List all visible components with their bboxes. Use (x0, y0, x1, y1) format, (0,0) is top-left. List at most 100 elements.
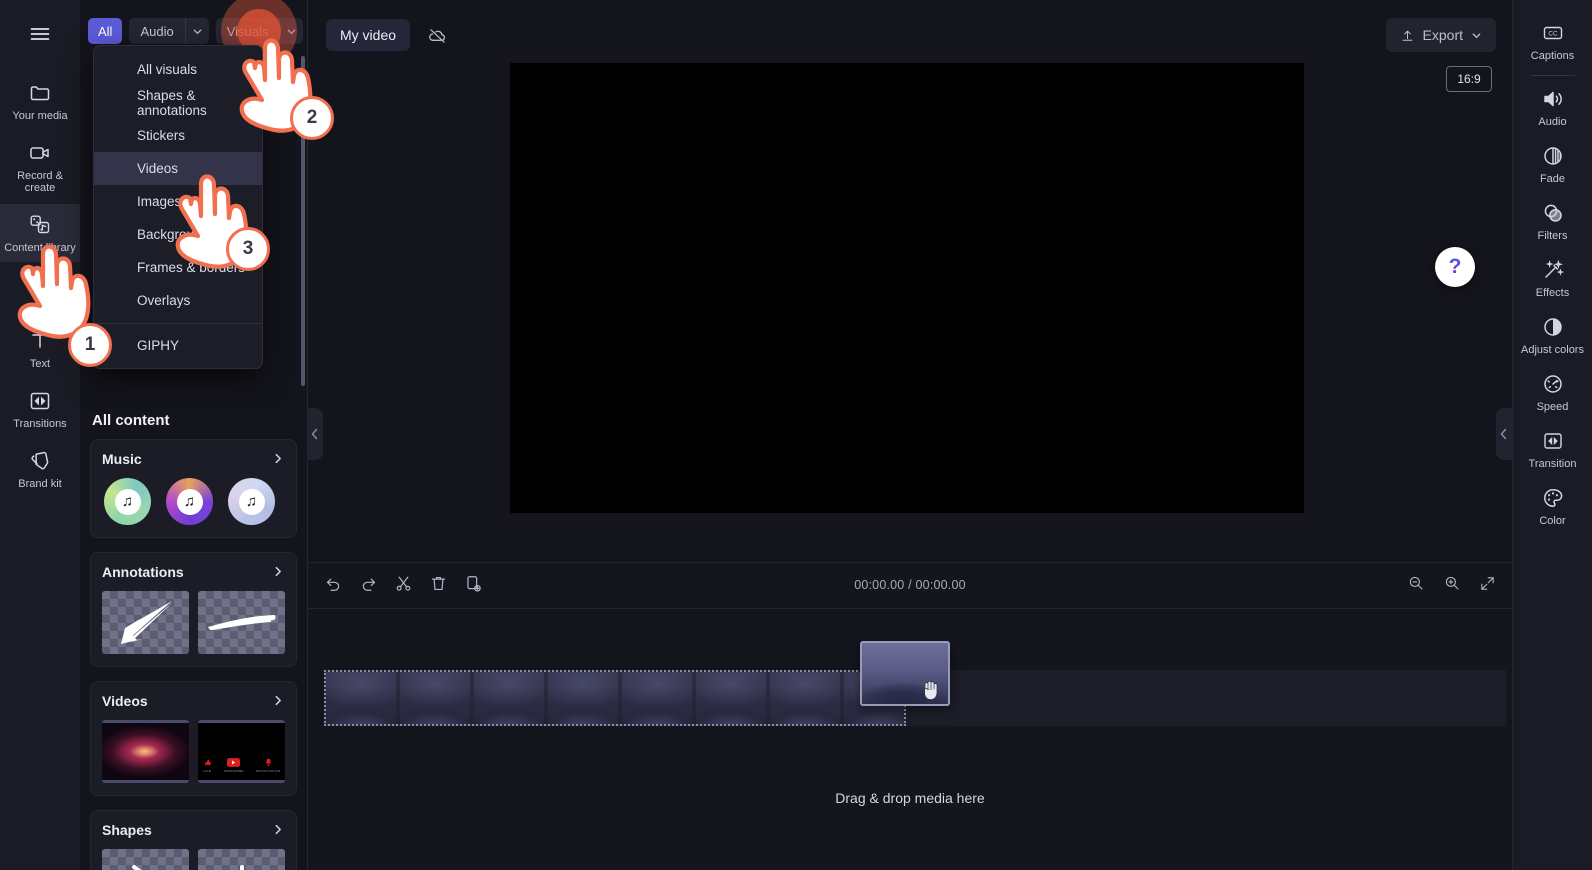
music-note-glyph: ♫ (184, 493, 195, 510)
arrow-annotation-thumbnail[interactable] (102, 591, 189, 654)
right-rail-item-effects[interactable]: Effects (1513, 249, 1592, 306)
sidebar-item-brand-kit[interactable]: Brand kit (0, 440, 80, 498)
filter-chip-audio-group[interactable]: Audio (129, 18, 208, 44)
help-button[interactable]: ? (1435, 247, 1475, 287)
filter-chip-visuals[interactable]: Visuals (216, 18, 280, 44)
video-thumbnail-row: LIKE SUBSCRIBE NOTIFICATION (102, 720, 285, 783)
right-rail-label: Color (1539, 515, 1565, 527)
filter-chip-audio[interactable]: Audio (129, 18, 184, 44)
editor-main-area: My video Export 16:9 (308, 0, 1512, 870)
section-card-music: Music ♫ ♫ ♫ (90, 439, 297, 538)
timecode-display: 00:00.00 / 00:00.00 (308, 578, 1512, 592)
yt-caption-subscribe: SUBSCRIBE (224, 769, 244, 773)
filters-icon (1541, 201, 1565, 225)
visuals-chevron-down-icon[interactable] (279, 18, 303, 44)
music-thumbnail-row: ♫ ♫ ♫ (102, 478, 285, 525)
right-rail-item-transition[interactable]: Transition (1513, 420, 1592, 477)
section-header[interactable]: Shapes (102, 822, 285, 838)
export-button[interactable]: Export (1386, 18, 1496, 52)
menu-item-images[interactable]: Images (94, 185, 262, 218)
timeline-tracks[interactable]: Drag & drop media here (308, 610, 1512, 870)
chevron-right-icon[interactable] (272, 823, 285, 838)
grabbing-hand-cursor-icon (920, 678, 942, 704)
menu-item-shapes-annotations[interactable]: Shapes & annotations (94, 86, 262, 119)
audio-chevron-down-icon[interactable] (185, 18, 209, 44)
fade-icon (1541, 144, 1565, 168)
svg-text:CC: CC (1548, 30, 1558, 37)
sidebar-item-content-library[interactable]: Content library (0, 204, 80, 262)
zoom-out-button[interactable] (1407, 574, 1425, 592)
effects-wand-icon (1541, 258, 1565, 282)
chevron-right-icon[interactable] (272, 565, 285, 580)
yt-caption-like: LIKE (203, 769, 211, 773)
menu-item-backgrounds[interactable]: Backgrounds (94, 218, 262, 251)
right-rail-item-speed[interactable]: Speed (1513, 363, 1592, 420)
menu-item-frames-borders[interactable]: Frames & borders (94, 251, 262, 284)
cloud-offline-icon[interactable] (420, 19, 454, 51)
music-disc-lavender[interactable]: ♫ (228, 478, 275, 525)
right-rail-item-fade[interactable]: Fade (1513, 135, 1592, 192)
section-card-annotations: Annotations (90, 552, 297, 667)
section-header[interactable]: Music (102, 451, 285, 467)
collapse-content-panel-button[interactable] (307, 408, 323, 460)
music-disc-green[interactable]: ♫ (104, 478, 151, 525)
project-title-input[interactable]: My video (326, 19, 410, 51)
menu-item-overlays[interactable]: Overlays (94, 284, 262, 317)
shape-thumbnail-1[interactable] (102, 849, 189, 870)
timeline-zoom-tools (1407, 574, 1496, 592)
chevron-right-icon[interactable] (272, 694, 285, 709)
sidebar-item-your-media[interactable]: Your media (0, 72, 80, 130)
sidebar-item-label: Content library (4, 242, 76, 254)
shape-thumbnail-row (102, 849, 285, 870)
section-header[interactable]: Annotations (102, 564, 285, 580)
right-rail-label: Adjust colors (1521, 344, 1584, 356)
sidebar-item-label: Text (30, 358, 50, 370)
shape-thumbnail-2[interactable] (198, 849, 285, 870)
visuals-dropdown-menu: All visuals Shapes & annotations Sticker… (93, 45, 263, 369)
section-header[interactable]: Videos (102, 693, 285, 709)
video-canvas[interactable] (510, 63, 1304, 513)
filter-chip-visuals-group[interactable]: Visuals (216, 18, 304, 44)
speed-gauge-icon (1541, 372, 1565, 396)
menu-item-stickers[interactable]: Stickers (94, 119, 262, 152)
menu-item-all-visuals[interactable]: All visuals (94, 53, 262, 86)
color-palette-icon (1541, 486, 1565, 510)
hamburger-menu-icon[interactable] (16, 10, 64, 58)
menu-divider (94, 323, 262, 324)
zoom-in-button[interactable] (1443, 574, 1461, 592)
right-rail-item-adjust-colors[interactable]: Adjust colors (1513, 306, 1592, 363)
chevron-right-icon[interactable] (272, 452, 285, 467)
particle-burst-video-thumbnail[interactable] (102, 720, 189, 783)
collapse-right-panel-button[interactable] (1496, 408, 1512, 460)
sidebar-item-label: Brand kit (18, 478, 61, 490)
sidebar-item-record-create[interactable]: Record & create (0, 132, 80, 202)
sidebar-item-transitions[interactable]: Transitions (0, 380, 80, 438)
menu-item-giphy[interactable]: GIPHY (94, 329, 262, 362)
section-title: Music (102, 451, 142, 467)
right-rail-label: Fade (1540, 173, 1565, 185)
timeline-toolbar: 00:00.00 / 00:00.00 (308, 563, 1512, 609)
music-disc-purple[interactable]: ♫ (166, 478, 213, 525)
export-label: Export (1423, 27, 1463, 43)
sidebar-item-label: Transitions (13, 418, 66, 430)
right-rail-label: Audio (1538, 116, 1566, 128)
section-title: Videos (102, 693, 148, 709)
section-title: Annotations (102, 564, 184, 580)
content-library-icon (28, 213, 52, 237)
right-rail-item-audio[interactable]: Audio (1513, 78, 1592, 135)
camera-icon (28, 141, 52, 165)
brush-stroke-annotation-thumbnail[interactable] (198, 591, 285, 654)
chevron-down-icon (1471, 30, 1482, 41)
content-panel-scrollbar[interactable] (301, 56, 305, 386)
timeline-area: 00:00.00 / 00:00.00 (308, 562, 1512, 870)
fit-to-screen-button[interactable] (1479, 575, 1496, 592)
right-rail-item-color[interactable]: Color (1513, 477, 1592, 534)
menu-item-videos[interactable]: Videos (94, 152, 262, 185)
subscribe-buttons-video-thumbnail[interactable]: LIKE SUBSCRIBE NOTIFICATION (198, 720, 285, 783)
filter-chip-all[interactable]: All (88, 18, 122, 44)
sidebar-item-text[interactable]: Text (0, 320, 80, 378)
right-properties-rail: CC Captions Audio Fade Filters (1512, 0, 1592, 870)
music-note-glyph: ♫ (246, 493, 257, 510)
right-rail-item-filters[interactable]: Filters (1513, 192, 1592, 249)
right-rail-item-captions[interactable]: CC Captions (1513, 12, 1592, 69)
